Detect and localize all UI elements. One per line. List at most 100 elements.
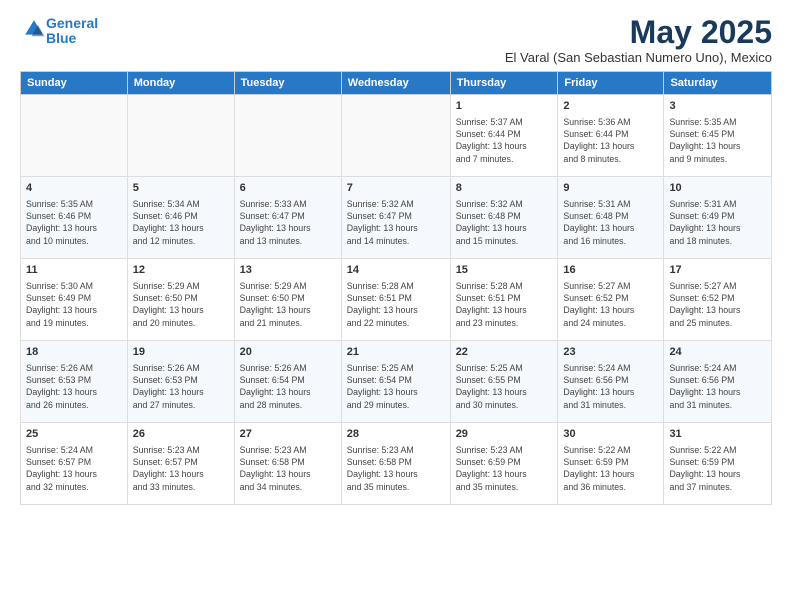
day-number: 24 xyxy=(669,345,766,360)
month-title: May 2025 xyxy=(505,16,772,48)
calendar-cell xyxy=(341,95,450,177)
weekday-header: Monday xyxy=(127,72,234,95)
day-number: 12 xyxy=(133,263,229,278)
day-info: Sunrise: 5:26 AM Sunset: 6:53 PM Dayligh… xyxy=(26,362,122,411)
day-info: Sunrise: 5:35 AM Sunset: 6:45 PM Dayligh… xyxy=(669,116,766,165)
day-number: 7 xyxy=(347,181,445,196)
day-number: 10 xyxy=(669,181,766,196)
calendar-cell: 29Sunrise: 5:23 AM Sunset: 6:59 PM Dayli… xyxy=(450,423,558,505)
day-info: Sunrise: 5:26 AM Sunset: 6:54 PM Dayligh… xyxy=(240,362,336,411)
day-info: Sunrise: 5:25 AM Sunset: 6:54 PM Dayligh… xyxy=(347,362,445,411)
page: General Blue May 2025 El Varal (San Seba… xyxy=(0,0,792,612)
day-number: 22 xyxy=(456,345,553,360)
day-info: Sunrise: 5:32 AM Sunset: 6:48 PM Dayligh… xyxy=(456,198,553,247)
logo-icon xyxy=(22,17,46,41)
day-info: Sunrise: 5:25 AM Sunset: 6:55 PM Dayligh… xyxy=(456,362,553,411)
day-number: 13 xyxy=(240,263,336,278)
day-info: Sunrise: 5:35 AM Sunset: 6:46 PM Dayligh… xyxy=(26,198,122,247)
calendar-week-row: 18 Sunrise: 5:26 AM Sunset: 6:53 PM Dayli… xyxy=(21,341,772,423)
calendar-cell: 18 Sunrise: 5:26 AM Sunset: 6:53 PM Dayli… xyxy=(21,341,128,423)
logo-line1: General xyxy=(46,15,98,31)
day-info: Sunrise: 5:23 AM Sunset: 6:59 PM Dayligh… xyxy=(456,444,553,493)
calendar-cell: 10 Sunrise: 5:31 AM Sunset: 6:49 PM Dayli… xyxy=(664,177,772,259)
calendar-cell: 9 Sunrise: 5:31 AM Sunset: 6:48 PM Daylig… xyxy=(558,177,664,259)
day-info: Sunrise: 5:24 AM Sunset: 6:56 PM Dayligh… xyxy=(563,362,658,411)
calendar-cell: 20Sunrise: 5:26 AM Sunset: 6:54 PM Dayli… xyxy=(234,341,341,423)
day-info: Sunrise: 5:32 AM Sunset: 6:47 PM Dayligh… xyxy=(347,198,445,247)
calendar-cell: 30Sunrise: 5:22 AM Sunset: 6:59 PM Dayli… xyxy=(558,423,664,505)
calendar-table: SundayMondayTuesdayWednesdayThursdayFrid… xyxy=(20,71,772,505)
calendar-week-row: 11Sunrise: 5:30 AM Sunset: 6:49 PM Dayli… xyxy=(21,259,772,341)
calendar-cell xyxy=(127,95,234,177)
day-info: Sunrise: 5:22 AM Sunset: 6:59 PM Dayligh… xyxy=(669,444,766,493)
calendar-cell: 27 Sunrise: 5:23 AM Sunset: 6:58 PM Dayli… xyxy=(234,423,341,505)
day-number: 3 xyxy=(669,99,766,114)
logo-line2: Blue xyxy=(46,30,76,46)
day-info: Sunrise: 5:37 AM Sunset: 6:44 PM Dayligh… xyxy=(456,116,553,165)
weekday-header: Friday xyxy=(558,72,664,95)
day-info: Sunrise: 5:27 AM Sunset: 6:52 PM Dayligh… xyxy=(563,280,658,329)
calendar-cell xyxy=(234,95,341,177)
calendar-week-row: 1 Sunrise: 5:37 AM Sunset: 6:44 PM Daylig… xyxy=(21,95,772,177)
day-number: 4 xyxy=(26,181,122,196)
logo-text: General Blue xyxy=(46,16,98,47)
calendar-cell xyxy=(21,95,128,177)
day-info: Sunrise: 5:31 AM Sunset: 6:49 PM Dayligh… xyxy=(669,198,766,247)
day-number: 25 xyxy=(26,427,122,442)
day-info: Sunrise: 5:34 AM Sunset: 6:46 PM Dayligh… xyxy=(133,198,229,247)
weekday-header: Saturday xyxy=(664,72,772,95)
day-number: 19 xyxy=(133,345,229,360)
day-number: 27 xyxy=(240,427,336,442)
weekday-header: Thursday xyxy=(450,72,558,95)
calendar-cell: 15 Sunrise: 5:28 AM Sunset: 6:51 PM Dayli… xyxy=(450,259,558,341)
day-info: Sunrise: 5:28 AM Sunset: 6:51 PM Dayligh… xyxy=(456,280,553,329)
calendar-week-row: 4 Sunrise: 5:35 AM Sunset: 6:46 PM Daylig… xyxy=(21,177,772,259)
calendar-cell: 1 Sunrise: 5:37 AM Sunset: 6:44 PM Daylig… xyxy=(450,95,558,177)
day-number: 18 xyxy=(26,345,122,360)
calendar-cell: 19Sunrise: 5:26 AM Sunset: 6:53 PM Dayli… xyxy=(127,341,234,423)
calendar-cell: 3 Sunrise: 5:35 AM Sunset: 6:45 PM Daylig… xyxy=(664,95,772,177)
day-number: 9 xyxy=(563,181,658,196)
calendar-cell: 23 Sunrise: 5:24 AM Sunset: 6:56 PM Dayli… xyxy=(558,341,664,423)
logo: General Blue xyxy=(20,16,98,47)
day-number: 16 xyxy=(563,263,658,278)
calendar-cell: 8Sunrise: 5:32 AM Sunset: 6:48 PM Daylig… xyxy=(450,177,558,259)
day-info: Sunrise: 5:23 AM Sunset: 6:58 PM Dayligh… xyxy=(347,444,445,493)
calendar-cell: 4 Sunrise: 5:35 AM Sunset: 6:46 PM Daylig… xyxy=(21,177,128,259)
title-block: May 2025 El Varal (San Sebastian Numero … xyxy=(505,16,772,65)
day-number: 5 xyxy=(133,181,229,196)
calendar-cell: 22 Sunrise: 5:25 AM Sunset: 6:55 PM Dayli… xyxy=(450,341,558,423)
calendar-cell: 26Sunrise: 5:23 AM Sunset: 6:57 PM Dayli… xyxy=(127,423,234,505)
location-title: El Varal (San Sebastian Numero Uno), Mex… xyxy=(505,50,772,65)
calendar-cell: 31Sunrise: 5:22 AM Sunset: 6:59 PM Dayli… xyxy=(664,423,772,505)
day-info: Sunrise: 5:28 AM Sunset: 6:51 PM Dayligh… xyxy=(347,280,445,329)
calendar-cell: 28Sunrise: 5:23 AM Sunset: 6:58 PM Dayli… xyxy=(341,423,450,505)
calendar-cell: 25 Sunrise: 5:24 AM Sunset: 6:57 PM Dayli… xyxy=(21,423,128,505)
day-number: 23 xyxy=(563,345,658,360)
day-info: Sunrise: 5:29 AM Sunset: 6:50 PM Dayligh… xyxy=(133,280,229,329)
header: General Blue May 2025 El Varal (San Seba… xyxy=(20,16,772,65)
calendar-week-row: 25 Sunrise: 5:24 AM Sunset: 6:57 PM Dayli… xyxy=(21,423,772,505)
weekday-header: Wednesday xyxy=(341,72,450,95)
day-info: Sunrise: 5:31 AM Sunset: 6:48 PM Dayligh… xyxy=(563,198,658,247)
calendar-header-row: SundayMondayTuesdayWednesdayThursdayFrid… xyxy=(21,72,772,95)
day-info: Sunrise: 5:24 AM Sunset: 6:56 PM Dayligh… xyxy=(669,362,766,411)
calendar-cell: 7 Sunrise: 5:32 AM Sunset: 6:47 PM Daylig… xyxy=(341,177,450,259)
day-info: Sunrise: 5:36 AM Sunset: 6:44 PM Dayligh… xyxy=(563,116,658,165)
calendar-cell: 6 Sunrise: 5:33 AM Sunset: 6:47 PM Daylig… xyxy=(234,177,341,259)
day-number: 15 xyxy=(456,263,553,278)
calendar-cell: 11Sunrise: 5:30 AM Sunset: 6:49 PM Dayli… xyxy=(21,259,128,341)
day-info: Sunrise: 5:24 AM Sunset: 6:57 PM Dayligh… xyxy=(26,444,122,493)
calendar-cell: 12 Sunrise: 5:29 AM Sunset: 6:50 PM Dayli… xyxy=(127,259,234,341)
day-info: Sunrise: 5:27 AM Sunset: 6:52 PM Dayligh… xyxy=(669,280,766,329)
calendar-cell: 14Sunrise: 5:28 AM Sunset: 6:51 PM Dayli… xyxy=(341,259,450,341)
day-info: Sunrise: 5:23 AM Sunset: 6:58 PM Dayligh… xyxy=(240,444,336,493)
day-number: 1 xyxy=(456,99,553,114)
weekday-header: Sunday xyxy=(21,72,128,95)
calendar-cell: 2Sunrise: 5:36 AM Sunset: 6:44 PM Daylig… xyxy=(558,95,664,177)
weekday-header: Tuesday xyxy=(234,72,341,95)
day-number: 11 xyxy=(26,263,122,278)
day-number: 6 xyxy=(240,181,336,196)
calendar-cell: 21Sunrise: 5:25 AM Sunset: 6:54 PM Dayli… xyxy=(341,341,450,423)
day-info: Sunrise: 5:33 AM Sunset: 6:47 PM Dayligh… xyxy=(240,198,336,247)
